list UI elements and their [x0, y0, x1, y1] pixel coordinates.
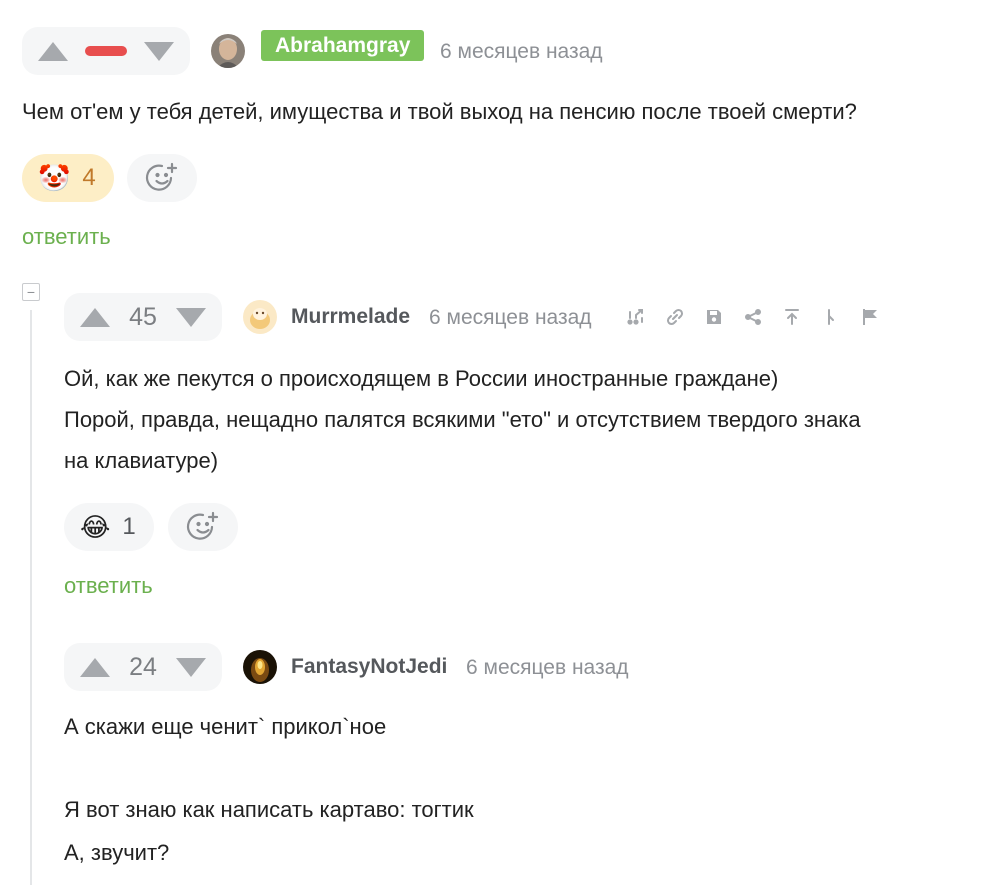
collapse-thread-button[interactable]: −: [22, 283, 40, 301]
timestamp[interactable]: 6 месяцев назад: [440, 40, 603, 64]
comment-text: Чем от'ем у тебя детей, имущества и твой…: [22, 99, 857, 124]
comment-toolbar: [625, 306, 881, 328]
reply-link[interactable]: ответить: [22, 224, 111, 250]
save-icon[interactable]: [703, 306, 725, 328]
add-reaction-icon: [186, 511, 219, 540]
add-reaction-icon: [145, 162, 178, 191]
avatar[interactable]: [243, 650, 277, 684]
clown-emoji-icon: 🤡: [38, 163, 71, 193]
reaction-count: 1: [122, 513, 136, 540]
downvote-button[interactable]: [176, 657, 206, 677]
username[interactable]: Murrmelade: [291, 305, 410, 329]
parent-comment-icon[interactable]: [820, 306, 842, 328]
reaction-laugh[interactable]: 😂 1: [64, 503, 154, 551]
username[interactable]: FantasyNotJedi: [291, 655, 447, 679]
link-icon[interactable]: [664, 306, 686, 328]
reaction-clown[interactable]: 🤡 4: [22, 154, 114, 202]
comment-text-line: на клавиатуре): [64, 448, 219, 473]
vote-panel: 24: [64, 643, 222, 691]
comment-text-line: Ой, как же пекутся о происходящем в Росс…: [64, 366, 779, 391]
reaction-count: 4: [82, 164, 96, 191]
comment-text-line: Я вот знаю как написать картаво: тогтик: [64, 797, 474, 822]
scroll-top-icon[interactable]: [781, 306, 803, 328]
add-reaction-button[interactable]: [127, 154, 197, 202]
username-tag[interactable]: Abrahamgray: [261, 30, 425, 61]
share-icon[interactable]: [742, 306, 764, 328]
upvote-button[interactable]: [80, 657, 110, 677]
comment-text-line: А, звучит?: [64, 840, 170, 865]
username[interactable]: Abrahamgray: [261, 30, 425, 61]
add-reaction-button[interactable]: [168, 503, 238, 551]
upvote-button[interactable]: [38, 41, 68, 61]
vote-panel: [22, 27, 190, 75]
comment-text-line: А скажи еще ченит` прикол`ное: [64, 714, 387, 739]
comment-text-line: Порой, правда, нещадно палятся всякими "…: [64, 407, 861, 432]
timestamp[interactable]: 6 месяцев назад: [429, 306, 592, 330]
report-flag-icon[interactable]: [859, 306, 881, 328]
rating-value: 24: [129, 652, 157, 681]
negative-rating-indicator: [85, 46, 127, 56]
laughing-emoji-icon: 😂: [80, 512, 111, 542]
collapse-label: −: [26, 284, 36, 300]
avatar[interactable]: [211, 34, 245, 68]
thread-line[interactable]: [30, 310, 32, 885]
vote-panel: 45: [64, 293, 222, 341]
downvote-button[interactable]: [176, 307, 206, 327]
branch-icon[interactable]: [625, 306, 647, 328]
timestamp[interactable]: 6 месяцев назад: [466, 656, 629, 680]
downvote-button[interactable]: [144, 41, 174, 61]
avatar[interactable]: [243, 300, 277, 334]
reply-link[interactable]: ответить: [64, 573, 153, 599]
rating-value: 45: [129, 302, 157, 331]
upvote-button[interactable]: [80, 307, 110, 327]
